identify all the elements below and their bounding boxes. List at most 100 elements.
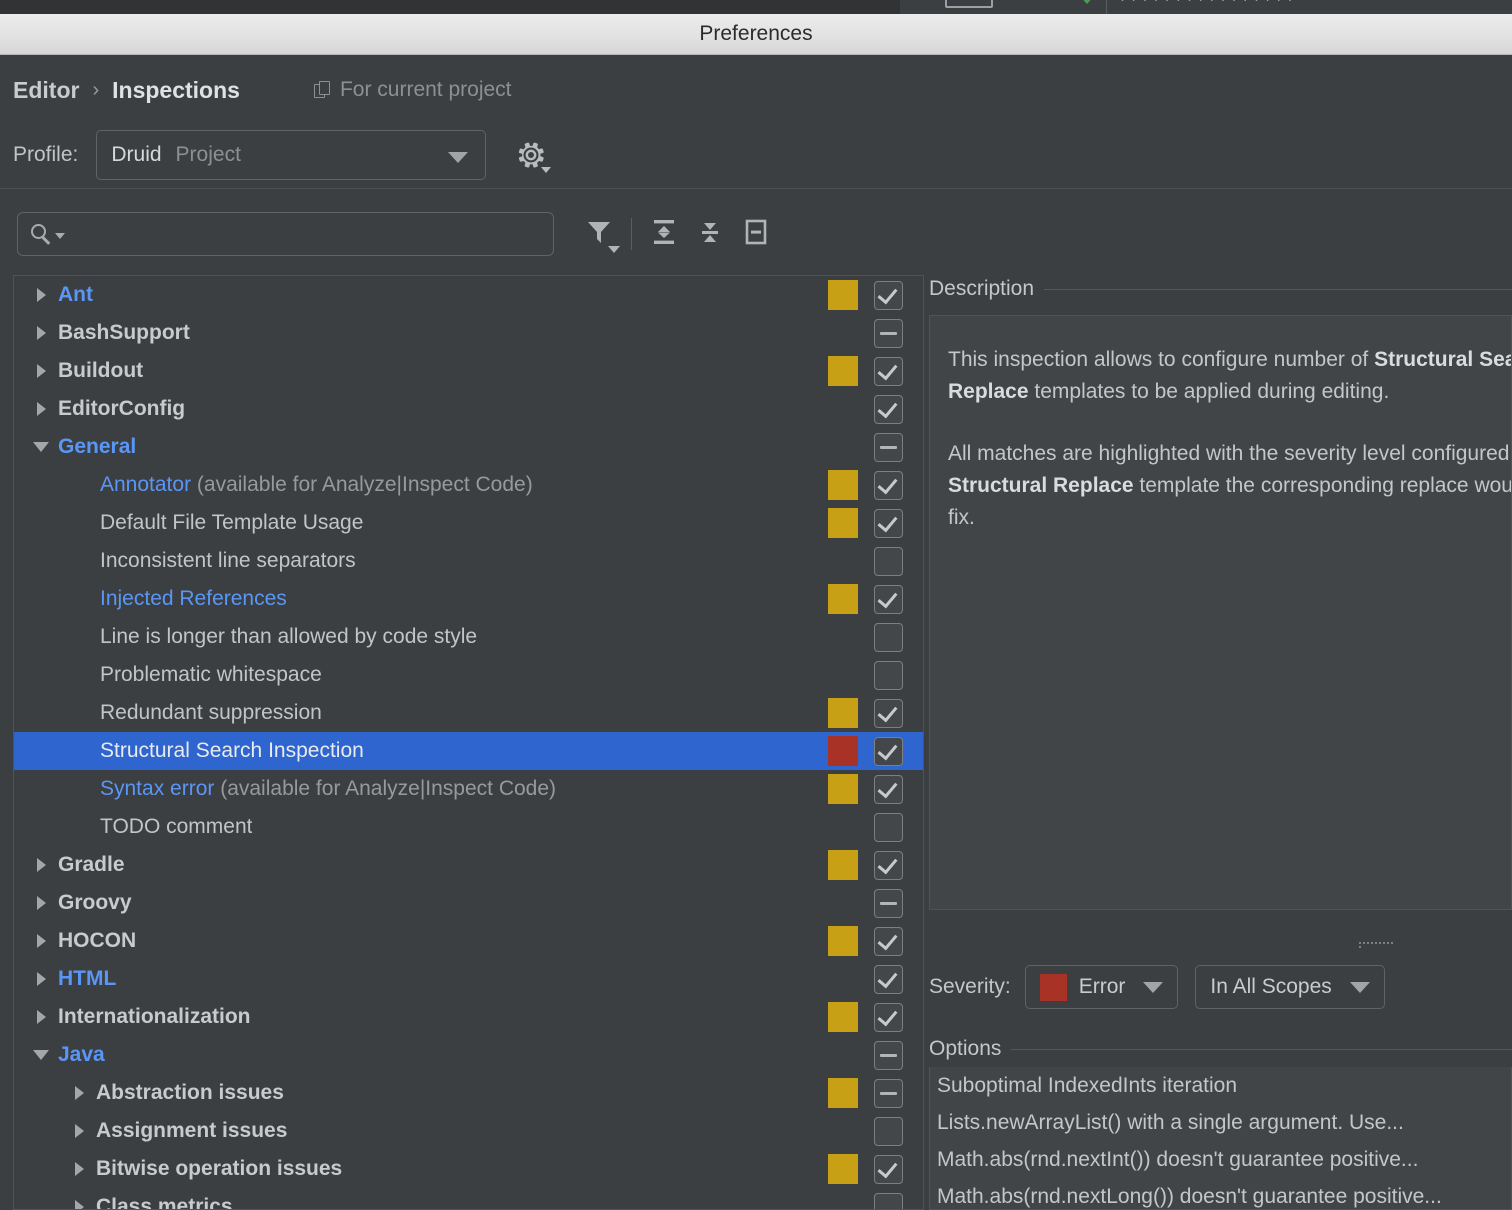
search-input[interactable] (69, 223, 529, 245)
breadcrumb-root[interactable]: Editor (13, 77, 79, 104)
reset-to-empty-button[interactable] (733, 211, 779, 257)
enable-inspection-checkbox[interactable] (874, 1116, 903, 1146)
behind-run-icon (1078, 0, 1096, 4)
enable-inspection-checkbox[interactable] (874, 1002, 903, 1032)
twisty-slot[interactable] (62, 1162, 96, 1176)
twisty-slot[interactable] (62, 1124, 96, 1138)
profile-label: Profile: (13, 143, 79, 166)
enable-inspection-checkbox[interactable] (874, 356, 903, 386)
enable-inspection-checkbox[interactable] (874, 926, 903, 956)
tree-row-label: Assignment issues (96, 1119, 288, 1142)
chevron-down-icon[interactable] (55, 233, 65, 239)
enable-inspection-checkbox[interactable] (874, 432, 903, 462)
tree-row[interactable]: Bitwise operation issues (14, 1150, 923, 1188)
expand-all-button[interactable] (641, 211, 687, 257)
tree-row[interactable]: Injected References (14, 580, 923, 618)
tree-row[interactable]: Assignment issues (14, 1112, 923, 1150)
twisty-slot[interactable] (24, 972, 58, 986)
minus-icon (880, 901, 897, 905)
enable-inspection-checkbox[interactable] (874, 964, 903, 994)
tree-row[interactable]: General (14, 428, 923, 466)
enable-inspection-checkbox[interactable] (874, 850, 903, 880)
enable-inspection-checkbox[interactable] (874, 470, 903, 500)
options-list-item[interactable]: Math.abs(rnd.nextInt()) doesn't guarante… (937, 1141, 1511, 1178)
tree-row-label: Java (58, 1043, 105, 1066)
enable-inspection-checkbox[interactable] (874, 622, 903, 652)
twisty-slot[interactable] (24, 442, 58, 452)
tree-row-label: HTML (58, 967, 117, 990)
tree-row-controls (828, 1192, 915, 1209)
scope-select[interactable]: In All Scopes (1195, 965, 1385, 1009)
twisty-slot[interactable] (24, 402, 58, 416)
tree-row[interactable]: Default File Template Usage (14, 504, 923, 542)
tree-row[interactable]: Structural Search Inspection (14, 732, 923, 770)
tree-row[interactable]: Redundant suppression (14, 694, 923, 732)
enable-inspection-checkbox[interactable] (874, 698, 903, 728)
twisty-slot[interactable] (62, 1086, 96, 1100)
enable-inspection-checkbox[interactable] (874, 1154, 903, 1184)
tree-row[interactable]: Groovy (14, 884, 923, 922)
collapse-all-button[interactable] (687, 211, 733, 257)
enable-inspection-checkbox[interactable] (874, 660, 903, 690)
tree-row-label: EditorConfig (58, 397, 186, 420)
options-list[interactable]: Suboptimal IndexedInts iteration Lists.ne… (929, 1067, 1512, 1210)
enable-inspection-checkbox[interactable] (874, 888, 903, 918)
enable-inspection-checkbox[interactable] (874, 812, 903, 842)
twisty-slot[interactable] (24, 858, 58, 872)
profile-name: Druid (111, 143, 162, 166)
enable-inspection-checkbox[interactable] (874, 394, 903, 424)
tree-row[interactable]: Abstraction issues (14, 1074, 923, 1112)
tree-row[interactable]: Problematic whitespace (14, 656, 923, 694)
options-list-item[interactable]: Lists.newArrayList() with a single argum… (937, 1104, 1511, 1141)
tree-row[interactable]: TODO comment (14, 808, 923, 846)
enable-inspection-checkbox[interactable] (874, 1078, 903, 1108)
search-field[interactable] (17, 212, 554, 256)
enable-inspection-checkbox[interactable] (874, 280, 903, 310)
tree-row[interactable]: HTML (14, 960, 923, 998)
enable-inspection-checkbox[interactable] (874, 736, 903, 766)
twisty-slot[interactable] (24, 364, 58, 378)
enable-inspection-checkbox[interactable] (874, 508, 903, 538)
twisty-slot[interactable] (24, 326, 58, 340)
twisty-slot[interactable] (24, 934, 58, 948)
description-resize-grip[interactable] (1359, 942, 1393, 950)
tree-row[interactable]: BashSupport (14, 314, 923, 352)
chevron-right-icon (36, 326, 46, 340)
twisty-slot[interactable] (24, 288, 58, 302)
twisty-slot[interactable] (24, 1010, 58, 1024)
chevron-right-icon (36, 896, 46, 910)
enable-inspection-checkbox[interactable] (874, 318, 903, 348)
filter-button[interactable] (576, 211, 622, 257)
profile-select[interactable]: Druid Project (96, 130, 487, 180)
chevron-right-icon (36, 364, 46, 378)
enable-inspection-checkbox[interactable] (874, 1192, 903, 1209)
tree-row[interactable]: Annotator (available for Analyze|Inspect… (14, 466, 923, 504)
tree-row-controls (828, 432, 915, 462)
tree-row[interactable]: Internationalization (14, 998, 923, 1036)
twisty-slot[interactable] (62, 1200, 96, 1209)
toolbar-divider (631, 218, 632, 250)
tree-row-controls (828, 546, 915, 576)
tree-row[interactable]: EditorConfig (14, 390, 923, 428)
tree-row[interactable]: Class metrics (14, 1188, 923, 1209)
tree-row[interactable]: Buildout (14, 352, 923, 390)
options-list-item[interactable]: Math.abs(rnd.nextLong()) doesn't guarant… (937, 1178, 1511, 1209)
tree-row[interactable]: Inconsistent line separators (14, 542, 923, 580)
inspections-tree[interactable]: Ant BashSupport Buildout EditorConfig Genera… (13, 275, 924, 1210)
tree-row[interactable]: Gradle (14, 846, 923, 884)
tree-row[interactable]: HOCON (14, 922, 923, 960)
tree-row[interactable]: Ant (14, 276, 923, 314)
enable-inspection-checkbox[interactable] (874, 1040, 903, 1070)
profile-settings-button[interactable] (514, 138, 552, 173)
tree-row[interactable]: Java (14, 1036, 923, 1074)
twisty-slot[interactable] (24, 896, 58, 910)
enable-inspection-checkbox[interactable] (874, 584, 903, 614)
enable-inspection-checkbox[interactable] (874, 546, 903, 576)
tree-row[interactable]: Syntax error (available for Analyze|Insp… (14, 770, 923, 808)
enable-inspection-checkbox[interactable] (874, 774, 903, 804)
severity-color-swatch (828, 318, 858, 348)
options-list-item[interactable]: Suboptimal IndexedInts iteration (937, 1067, 1511, 1104)
twisty-slot[interactable] (24, 1050, 58, 1060)
severity-select[interactable]: Error (1024, 965, 1179, 1009)
tree-row[interactable]: Line is longer than allowed by code styl… (14, 618, 923, 656)
